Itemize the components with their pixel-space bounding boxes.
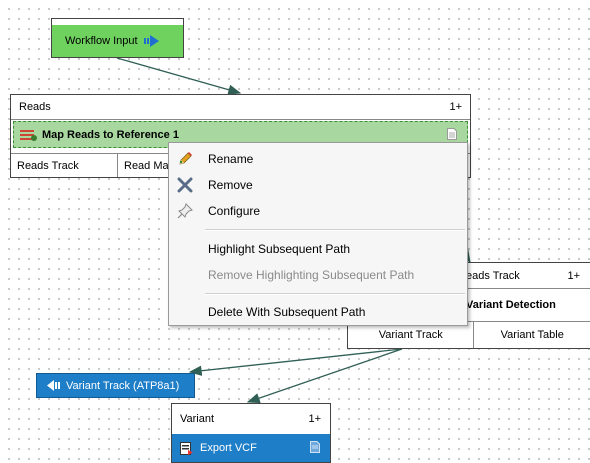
menu-item-delete-with-subsequent-path[interactable]: Delete With Subsequent Path — [169, 300, 467, 324]
connector-to-export-vcf — [246, 348, 403, 404]
connector-to-variant-track-output — [188, 348, 403, 376]
menu-item-label: Rename — [208, 152, 254, 166]
output-port-label: Reads Track — [17, 160, 79, 172]
menu-item-label: Highlight Subsequent Path — [208, 242, 351, 256]
output-port-label: Read Ma — [124, 160, 169, 172]
menu-item-remove-highlighting: Remove Highlighting Subsequent Path — [169, 263, 467, 287]
map-reads-title: Map Reads to Reference 1 — [42, 128, 179, 141]
workflow-input-node[interactable]: Workflow Input — [51, 18, 184, 58]
output-port-variant-table[interactable]: Variant Table — [474, 321, 590, 348]
workflow-input-label: Workflow Input — [65, 35, 138, 47]
input-arrow-icon — [143, 35, 159, 47]
menu-item-rename[interactable]: Rename — [169, 147, 467, 171]
export-vcf-input-count: 1+ — [308, 413, 321, 425]
pin-icon — [177, 203, 193, 219]
menu-separator — [205, 293, 465, 295]
x-icon — [177, 177, 193, 193]
output-port-reads-track[interactable]: Reads Track — [11, 154, 118, 177]
connector-input-to-reads — [116, 57, 242, 95]
context-menu: Rename Remove Configure Highlight Subseq… — [168, 142, 468, 326]
export-icon — [180, 441, 193, 455]
variant-track-output-label: Variant Track (ATP8a1) — [66, 379, 180, 392]
output-port-label: Variant Track — [378, 328, 443, 341]
export-vcf-element[interactable]: Variant 1+ Export VCF — [171, 403, 331, 463]
export-vcf-title: Export VCF — [200, 442, 257, 454]
document-icon — [310, 441, 320, 453]
map-reads-input-port[interactable]: Reads 1+ — [11, 95, 470, 120]
menu-item-label: Configure — [208, 204, 261, 218]
workflow-input-body[interactable]: Workflow Input — [52, 25, 183, 57]
map-reads-icon — [20, 129, 37, 141]
menu-item-configure[interactable]: Configure — [169, 199, 467, 223]
pencil-icon — [179, 152, 192, 165]
export-vcf-input-label: Variant — [180, 413, 215, 425]
map-reads-input-label: Reads — [19, 101, 51, 113]
map-reads-input-count: 1+ — [449, 101, 462, 113]
menu-item-remove[interactable]: Remove — [169, 173, 467, 197]
export-vcf-title-bar[interactable]: Export VCF — [172, 434, 330, 462]
export-vcf-input-port[interactable]: Variant 1+ — [172, 404, 330, 435]
output-port-label: Variant Table — [500, 328, 564, 341]
menu-item-highlight-subsequent-path[interactable]: Highlight Subsequent Path — [169, 237, 467, 261]
variant-track-output-node[interactable]: Variant Track (ATP8a1) — [36, 373, 195, 398]
variant-detection-input-count: 1+ — [567, 269, 580, 282]
menu-item-label: Remove Highlighting Subsequent Path — [208, 268, 415, 282]
menu-separator — [205, 229, 465, 231]
menu-item-label: Remove — [208, 178, 253, 192]
document-icon — [447, 128, 457, 140]
output-arrow-icon — [47, 380, 60, 391]
menu-item-label: Delete With Subsequent Path — [208, 305, 366, 319]
